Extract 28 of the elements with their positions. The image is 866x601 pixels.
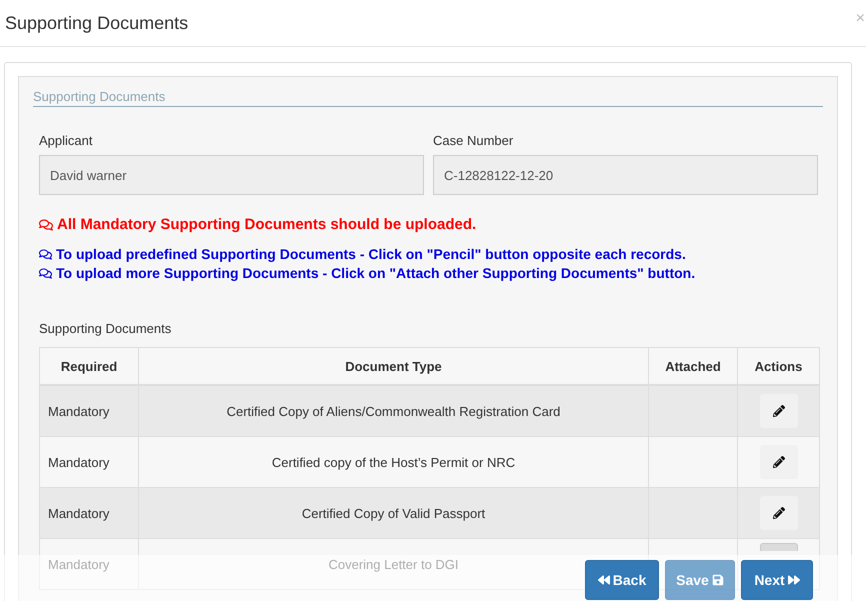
section-legend: Supporting Documents <box>33 89 823 107</box>
double-right-triangle-icon <box>788 574 800 586</box>
column-header: Document Type <box>138 348 648 385</box>
field-label: Applicant <box>39 133 94 148</box>
column-header: Required <box>40 348 138 385</box>
error-message: All Mandatory Supporting Documents should be uploaded. <box>57 216 476 233</box>
info-message: To upload predefined Supporting Documents - Click on "Pencil" button opposite each records. <box>56 246 686 262</box>
input-field[interactable]: David warner <box>39 155 424 195</box>
next-button[interactable]: Next <box>741 560 813 600</box>
edit-button[interactable] <box>760 496 798 530</box>
dialog-title: Supporting Documents <box>5 12 188 34</box>
edit-button[interactable] <box>760 445 798 479</box>
comments-icon <box>39 218 53 232</box>
pencil-icon <box>772 456 784 468</box>
double-left-triangle-icon <box>598 574 610 586</box>
column-header: Attached <box>648 348 738 385</box>
pencil-icon <box>772 507 784 519</box>
input-field[interactable]: C-12828122-12-20 <box>433 155 818 195</box>
field-label: Case Number <box>433 133 514 148</box>
comments-icon <box>39 248 52 260</box>
comments-icon <box>39 266 52 280</box>
table-caption: Supporting Documents <box>38 320 172 338</box>
back-button[interactable]: Back <box>585 560 659 600</box>
column-header: Actions <box>738 348 820 385</box>
edit-button[interactable] <box>760 394 798 428</box>
pencil-icon <box>772 405 784 417</box>
info-message: To upload more Supporting Documents - Click on "Attach other Supporting Documents" button. <box>56 265 696 281</box>
table-cell: Mandatory <box>40 538 138 590</box>
